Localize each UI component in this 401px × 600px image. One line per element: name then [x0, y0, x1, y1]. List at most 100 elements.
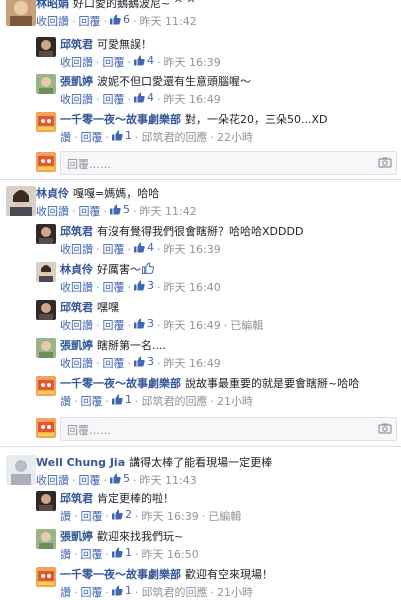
like-count[interactable]: 4	[134, 53, 154, 68]
camera-icon[interactable]	[378, 155, 392, 169]
like-count[interactable]: 3	[134, 354, 154, 369]
reply-to-link[interactable]: 邱筑君的回應	[142, 586, 208, 599]
edited-label[interactable]: 已編輯	[230, 319, 263, 332]
avatar[interactable]	[6, 0, 36, 26]
unlike-link[interactable]: 收回讚	[60, 243, 93, 256]
unlike-link[interactable]: 收回讚	[60, 319, 93, 332]
unlike-link[interactable]: 收回讚	[60, 93, 93, 106]
reply-link[interactable]: 回覆	[103, 281, 125, 294]
like-count[interactable]: 5	[110, 471, 130, 486]
timestamp[interactable]: 昨天 11:42	[140, 15, 197, 28]
comment-text: 說故事最重要的就是要會瞎掰~哈哈	[185, 377, 360, 390]
like-count[interactable]: 1	[112, 545, 132, 560]
avatar[interactable]	[36, 491, 56, 511]
avatar[interactable]	[36, 74, 56, 94]
avatar[interactable]	[6, 186, 36, 216]
comment-text: 波妮不但口愛還有生意頭腦喔～	[97, 75, 251, 88]
commenter-name[interactable]: 一千零一夜～故事劇樂部	[60, 377, 181, 390]
commenter-name[interactable]: 邱筑君	[60, 301, 93, 314]
like-count[interactable]: 3	[134, 316, 154, 331]
like-count[interactable]: 4	[134, 240, 154, 255]
timestamp[interactable]: 昨天 11:43	[140, 474, 197, 487]
commenter-name[interactable]: 一千零一夜～故事劇樂部	[60, 113, 181, 126]
edited-label[interactable]: 已編輯	[208, 510, 241, 523]
commenter-name[interactable]: 張凱婷	[60, 339, 93, 352]
reply-link[interactable]: 回覆	[81, 548, 103, 561]
comment-text: 嘎嘎=媽媽，哈哈	[73, 187, 160, 200]
like-link[interactable]: 讚	[60, 131, 71, 144]
reply-link[interactable]: 回覆	[103, 93, 125, 106]
timestamp[interactable]: 昨天 16:39	[164, 243, 221, 256]
timestamp[interactable]: 昨天 16:49	[164, 357, 221, 370]
avatar[interactable]	[36, 529, 56, 549]
reply-link[interactable]: 回覆	[79, 15, 101, 28]
unlike-link[interactable]: 收回讚	[36, 205, 69, 218]
timestamp[interactable]: 昨天 16:50	[142, 548, 199, 561]
reply-link[interactable]: 回覆	[103, 357, 125, 370]
reply-link[interactable]: 回覆	[81, 131, 103, 144]
avatar[interactable]	[36, 338, 56, 358]
like-count[interactable]: 3	[134, 278, 154, 293]
timestamp[interactable]: 昨天 16:49	[164, 319, 221, 332]
commenter-name[interactable]: 邱筑君	[60, 225, 93, 238]
commenter-name[interactable]: 一千零一夜～故事劇樂部	[60, 568, 181, 581]
reply-link[interactable]: 回覆	[103, 56, 125, 69]
unlike-link[interactable]: 收回讚	[60, 281, 93, 294]
commenter-name[interactable]: 邱筑君	[60, 492, 93, 505]
avatar[interactable]	[36, 300, 56, 320]
reply-link[interactable]: 回覆	[81, 586, 103, 599]
timestamp[interactable]: 昨天 11:42	[140, 205, 197, 218]
like-count[interactable]: 4	[134, 90, 154, 105]
reply-link[interactable]: 回覆	[81, 510, 103, 523]
reply-input[interactable]: 回覆……	[60, 151, 397, 175]
timestamp[interactable]: 22小時	[217, 131, 253, 144]
avatar[interactable]	[36, 262, 56, 282]
like-count[interactable]: 6	[110, 12, 130, 27]
thumbs-up-icon	[110, 473, 121, 484]
commenter-name[interactable]: 林昭娟	[36, 0, 69, 10]
commenter-name[interactable]: 林貞伶	[36, 187, 69, 200]
like-count[interactable]: 2	[112, 507, 132, 522]
like-link[interactable]: 讚	[60, 395, 71, 408]
commenter-name[interactable]: 張凱婷	[60, 530, 93, 543]
reply-to-link[interactable]: 邱筑君的回應	[142, 395, 208, 408]
avatar[interactable]	[36, 112, 56, 132]
commenter-name[interactable]: Well Chung Jia	[36, 456, 125, 469]
thumbs-up-icon	[134, 280, 145, 291]
like-link[interactable]: 讚	[60, 510, 71, 523]
reply-input[interactable]: 回覆……	[60, 417, 397, 441]
like-link[interactable]: 讚	[60, 548, 71, 561]
avatar[interactable]	[36, 567, 56, 587]
timestamp[interactable]: 昨天 16:39	[142, 510, 199, 523]
timestamp[interactable]: 昨天 16:39	[164, 56, 221, 69]
like-link[interactable]: 讚	[60, 586, 71, 599]
thumbs-up-icon	[134, 356, 145, 367]
commenter-name[interactable]: 林貞伶	[60, 263, 93, 276]
commenter-name[interactable]: 邱筑君	[60, 38, 93, 51]
comment-text: 可愛無誤！	[97, 38, 152, 51]
timestamp[interactable]: 昨天 16:40	[164, 281, 221, 294]
timestamp[interactable]: 昨天 16:49	[164, 93, 221, 106]
unlike-link[interactable]: 收回讚	[36, 15, 69, 28]
like-count[interactable]: 1	[112, 392, 132, 407]
reply-link[interactable]: 回覆	[103, 243, 125, 256]
avatar[interactable]	[36, 37, 56, 57]
like-count[interactable]: 5	[110, 202, 130, 217]
commenter-name[interactable]: 張凱婷	[60, 75, 93, 88]
reply-link[interactable]: 回覆	[103, 319, 125, 332]
avatar[interactable]	[36, 376, 56, 396]
like-count[interactable]: 1	[112, 128, 132, 143]
avatar[interactable]	[6, 455, 36, 485]
reply-link[interactable]: 回覆	[81, 395, 103, 408]
reply-link[interactable]: 回覆	[79, 474, 101, 487]
like-count[interactable]: 1	[112, 583, 132, 598]
timestamp[interactable]: 21小時	[217, 586, 253, 599]
avatar[interactable]	[36, 224, 56, 244]
unlike-link[interactable]: 收回讚	[36, 474, 69, 487]
reply-to-link[interactable]: 邱筑君的回應	[142, 131, 208, 144]
timestamp[interactable]: 21小時	[217, 395, 253, 408]
reply-link[interactable]: 回覆	[79, 205, 101, 218]
unlike-link[interactable]: 收回讚	[60, 56, 93, 69]
camera-icon[interactable]	[378, 421, 392, 435]
unlike-link[interactable]: 收回讚	[60, 357, 93, 370]
